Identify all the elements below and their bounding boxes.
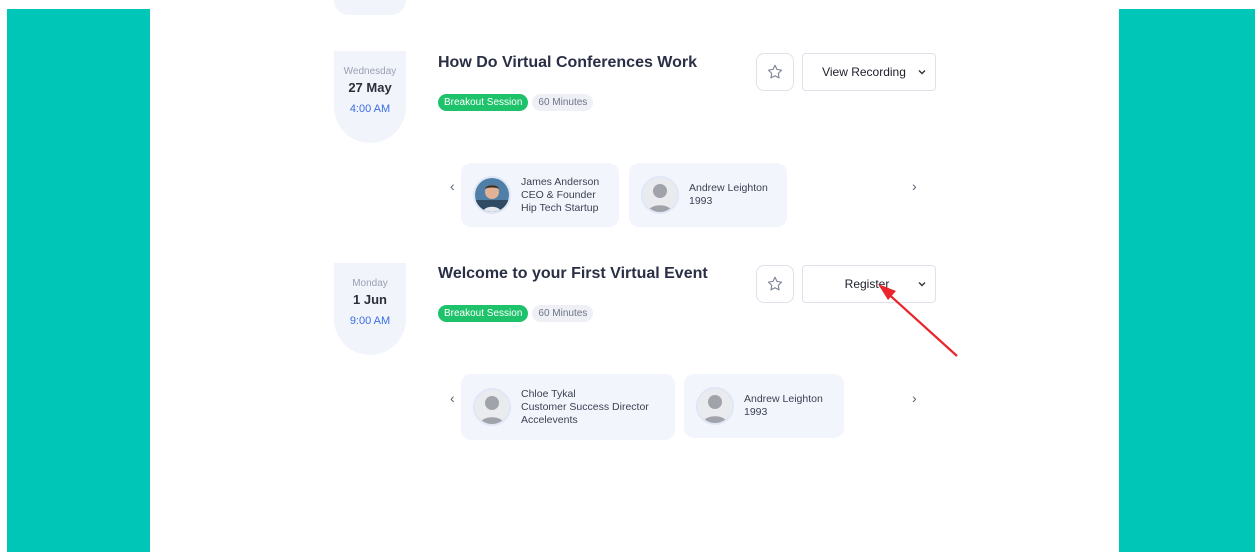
page: Wednesday 27 May 4:00 AM How Do Virtual …	[0, 0, 1255, 552]
red-arrow-icon	[878, 284, 958, 357]
